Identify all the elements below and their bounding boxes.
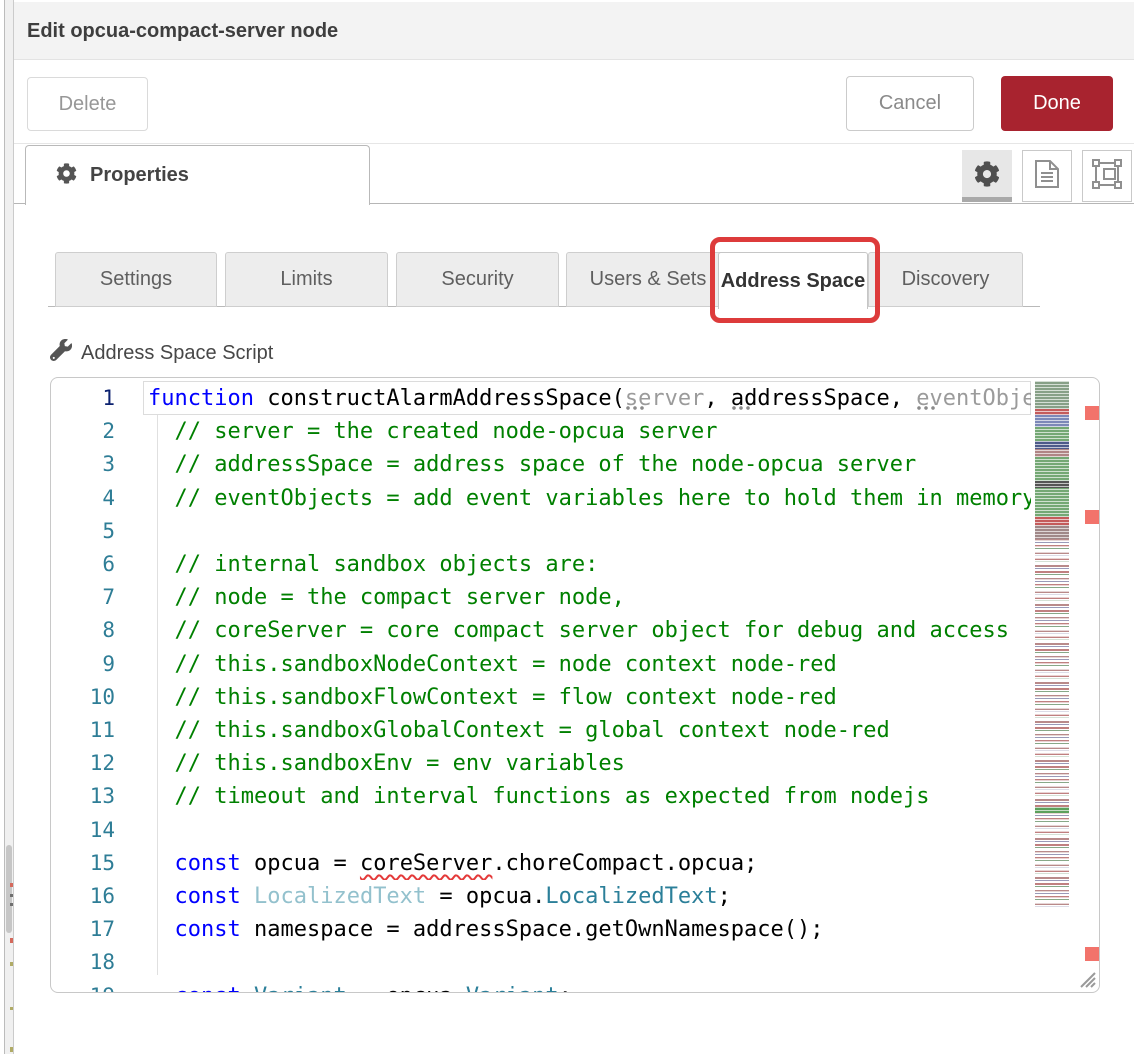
tab-properties[interactable]: Properties [25, 145, 370, 205]
code-line[interactable]: const namespace = addressSpace.getOwnNam… [51, 913, 1031, 946]
left-scrollbar[interactable] [5, 0, 14, 1054]
resize-grip[interactable] [1075, 967, 1097, 993]
code-line[interactable]: // server = the created node-opcua serve… [51, 415, 1031, 448]
script-section-label: Address Space Script [50, 336, 273, 370]
done-button[interactable]: Done [1001, 76, 1113, 131]
code-line[interactable]: // this.sandboxGlobalContext = global co… [51, 714, 1031, 747]
overview-error-marker [1085, 947, 1099, 961]
tab-label: Users & Sets [590, 268, 707, 291]
tab-label: Discovery [902, 268, 990, 291]
edit-node-dialog: Edit opcua-compact-server node Delete Ca… [0, 0, 1134, 1054]
scrollbar-mark [10, 894, 13, 897]
tab-discovery[interactable]: Discovery [868, 252, 1023, 307]
group-view-button[interactable] [1082, 150, 1132, 202]
group-icon [1092, 159, 1122, 194]
tab-users-sets[interactable]: Users & Sets [566, 252, 730, 307]
gear-icon [974, 161, 1000, 192]
code-line[interactable]: const LocalizedText = opcua.LocalizedTex… [51, 880, 1031, 913]
delete-button[interactable]: Delete [27, 77, 148, 131]
code-line[interactable] [51, 515, 1031, 548]
tab-limits[interactable]: Limits [225, 252, 388, 307]
code-line[interactable]: const opcua = coreServer.choreCompact.op… [51, 847, 1031, 880]
editor-minimap[interactable] [1033, 379, 1073, 993]
overview-error-marker [1085, 406, 1099, 420]
scrollbar-mark [10, 962, 13, 966]
tab-properties-label: Properties [90, 164, 189, 187]
code-line[interactable]: // eventObjects = add event variables he… [51, 482, 1031, 515]
wrench-icon [50, 339, 72, 367]
properties-view-button[interactable] [962, 150, 1012, 202]
description-view-button[interactable] [1022, 150, 1072, 202]
code-line[interactable] [51, 814, 1031, 847]
scrollbar-thumb[interactable] [6, 845, 12, 933]
code-line[interactable]: // this.sandboxNodeContext = node contex… [51, 648, 1031, 681]
tab-label: Security [441, 268, 513, 291]
tab-address-space[interactable]: Address Space [718, 252, 868, 309]
cancel-button[interactable]: Cancel [846, 76, 974, 131]
tab-label: Address Space [721, 270, 866, 293]
code-line[interactable]: // node = the compact server node, [51, 581, 1031, 614]
scrollbar-mark [10, 883, 13, 887]
code-line[interactable] [51, 946, 1031, 979]
tab-settings[interactable]: Settings [55, 252, 217, 307]
scrollbar-mark [10, 1007, 13, 1010]
code-line[interactable]: const Variant = opcua.Variant; [51, 980, 1031, 993]
scrollbar-mark [10, 903, 13, 906]
overview-error-marker [1085, 510, 1099, 524]
code-line[interactable]: // coreServer = core compact server obje… [51, 614, 1031, 647]
script-section-text: Address Space Script [81, 342, 273, 365]
gear-icon [56, 163, 77, 189]
code-line[interactable]: // internal sandbox objects are: [51, 548, 1031, 581]
document-icon [1033, 159, 1061, 194]
scrollbar-mark [10, 1047, 13, 1052]
scrollbar-mark [10, 938, 13, 943]
code-line[interactable]: // timeout and interval functions as exp… [51, 780, 1031, 813]
code-editor[interactable]: 12345678910111213141516171819 function c… [50, 377, 1100, 993]
code-line[interactable]: // addressSpace = address space of the n… [51, 448, 1031, 481]
tab-security[interactable]: Security [396, 252, 559, 307]
code-line[interactable]: // this.sandboxEnv = env variables [51, 747, 1031, 780]
dialog-header: Edit opcua-compact-server node [14, 2, 1134, 60]
code-line[interactable]: function constructAlarmAddressSpace(serv… [51, 382, 1031, 415]
tab-label: Limits [280, 268, 332, 291]
code-line[interactable]: // this.sandboxFlowContext = flow contex… [51, 681, 1031, 714]
tab-label: Settings [100, 268, 172, 291]
dialog-title: Edit opcua-compact-server node [27, 2, 338, 60]
